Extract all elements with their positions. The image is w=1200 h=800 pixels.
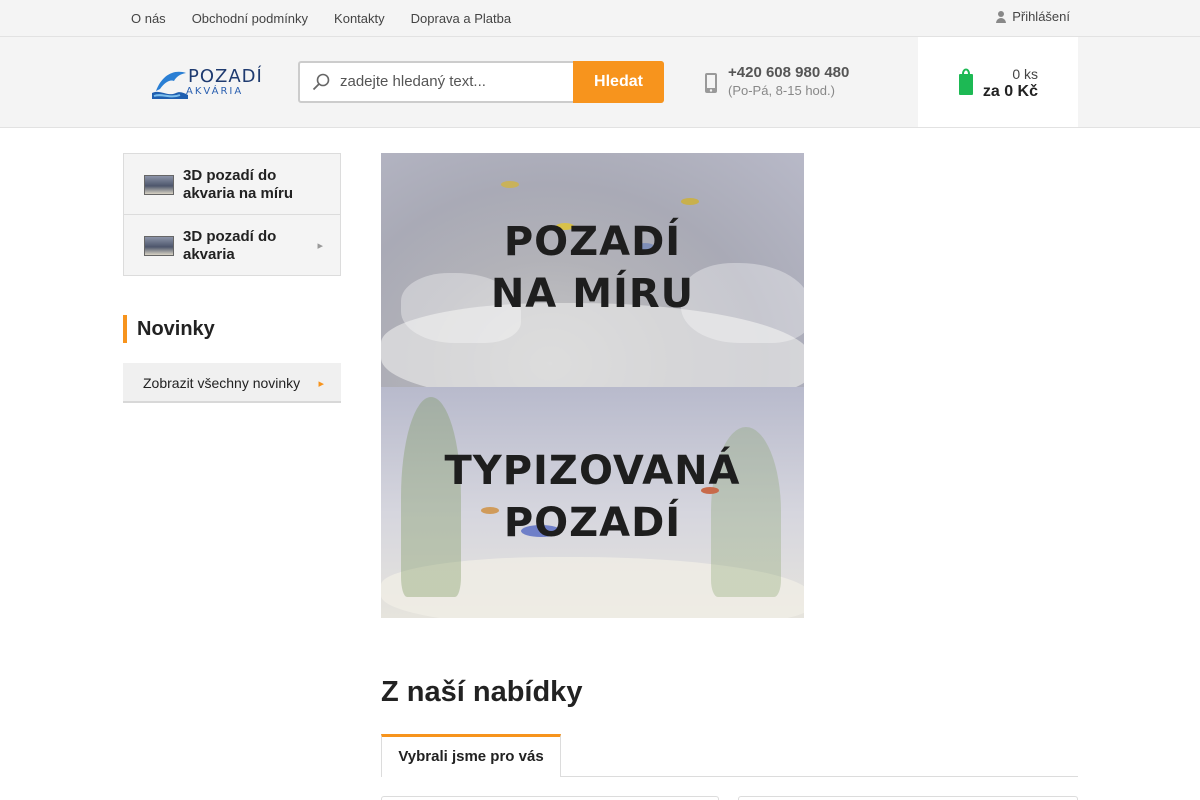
chevron-right-icon: ▸: [318, 378, 324, 390]
nav-link-shipping[interactable]: Doprava a Platba: [398, 11, 524, 26]
category-menu: 3D pozadí do akvaria na míru 3D pozadí d…: [123, 153, 341, 276]
search-form: Hledat: [298, 61, 664, 103]
nav-link-contacts[interactable]: Kontakty: [321, 11, 398, 26]
cart-summary[interactable]: 0 ks za 0 Kč: [918, 37, 1078, 127]
logo[interactable]: POZADÍ AKVÁRIA: [152, 65, 262, 99]
tab-recommended[interactable]: Vybrali jsme pro vás: [381, 734, 561, 777]
site-header: POZADÍ AKVÁRIA Hledat +420 608 980 480 (…: [0, 37, 1200, 128]
fish-decoration: [681, 198, 699, 205]
login-link[interactable]: Přihlášení: [996, 9, 1070, 24]
search-icon: [312, 73, 330, 91]
show-all-news-label: Zobrazit všechny novinky: [143, 375, 301, 391]
product-card[interactable]: [738, 796, 1078, 800]
search-button[interactable]: Hledat: [573, 61, 664, 103]
banner-title-line: TYPIZOVANÁ: [444, 448, 741, 494]
category-item-custom-backgrounds[interactable]: 3D pozadí do akvaria na míru: [124, 154, 340, 215]
category-label: 3D pozadí do akvaria: [183, 228, 277, 263]
offer-tabs: Vybrali jsme pro vás: [381, 734, 1078, 777]
category-thumbnail: [144, 236, 174, 256]
banner-standard-backgrounds[interactable]: TYPIZOVANÁ POZADÍ: [381, 387, 804, 618]
banner-custom-backgrounds[interactable]: POZADÍ NA MÍRU: [381, 153, 804, 387]
product-card[interactable]: [381, 796, 719, 800]
nav-link-about[interactable]: O nás: [118, 11, 179, 26]
shopping-bag-icon: [959, 68, 973, 95]
banner-title-line: POZADÍ: [503, 219, 682, 265]
login-label: Přihlášení: [1012, 9, 1070, 24]
logo-text-sub: AKVÁRIA: [186, 86, 244, 97]
logo-text-main: POZADÍ: [188, 66, 263, 87]
search-input[interactable]: [340, 73, 570, 90]
cart-price: za 0 Kč: [982, 83, 1038, 100]
category-item-backgrounds[interactable]: 3D pozadí do akvaria ▸: [124, 215, 340, 276]
phone-icon: [705, 73, 717, 93]
user-icon: [996, 10, 1007, 23]
banner-title-line: POZADÍ: [503, 500, 682, 546]
banner-title: TYPIZOVANÁ POZADÍ: [381, 445, 804, 549]
dolphin-logo-icon: [152, 71, 188, 99]
offer-heading: Z naší nabídky: [381, 676, 583, 708]
show-all-news-button[interactable]: Zobrazit všechny novinky ▸: [123, 363, 341, 403]
banner-title-line: NA MÍRU: [490, 271, 695, 317]
banner-title: POZADÍ NA MÍRU: [381, 216, 804, 320]
cart-count: 0 ks: [1012, 66, 1038, 82]
chevron-right-icon: ▸: [317, 240, 323, 252]
category-thumbnail: [144, 175, 174, 195]
top-navigation: O nás Obchodní podmínky Kontakty Doprava…: [118, 0, 524, 36]
news-heading: Novinky: [123, 315, 215, 343]
fish-decoration: [501, 181, 519, 188]
phone-hours: (Po-Pá, 8-15 hod.): [728, 83, 835, 98]
top-bar: O nás Obchodní podmínky Kontakty Doprava…: [0, 0, 1200, 37]
phone-number[interactable]: +420 608 980 480: [728, 64, 849, 81]
nav-link-terms[interactable]: Obchodní podmínky: [179, 11, 321, 26]
category-label: 3D pozadí do akvaria na míru: [183, 167, 294, 202]
